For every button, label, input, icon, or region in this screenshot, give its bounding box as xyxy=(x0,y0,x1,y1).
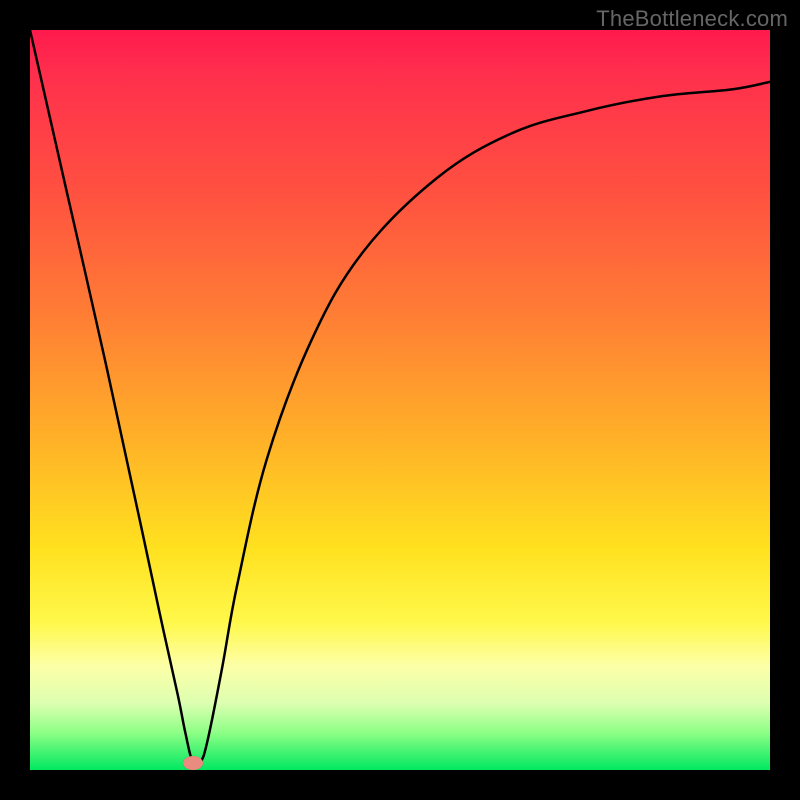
optimum-marker xyxy=(183,756,203,770)
watermark-text: TheBottleneck.com xyxy=(596,6,788,32)
plot-area xyxy=(30,30,770,770)
curve-svg xyxy=(30,30,770,770)
bottleneck-curve xyxy=(30,30,770,766)
chart-frame: TheBottleneck.com xyxy=(0,0,800,800)
